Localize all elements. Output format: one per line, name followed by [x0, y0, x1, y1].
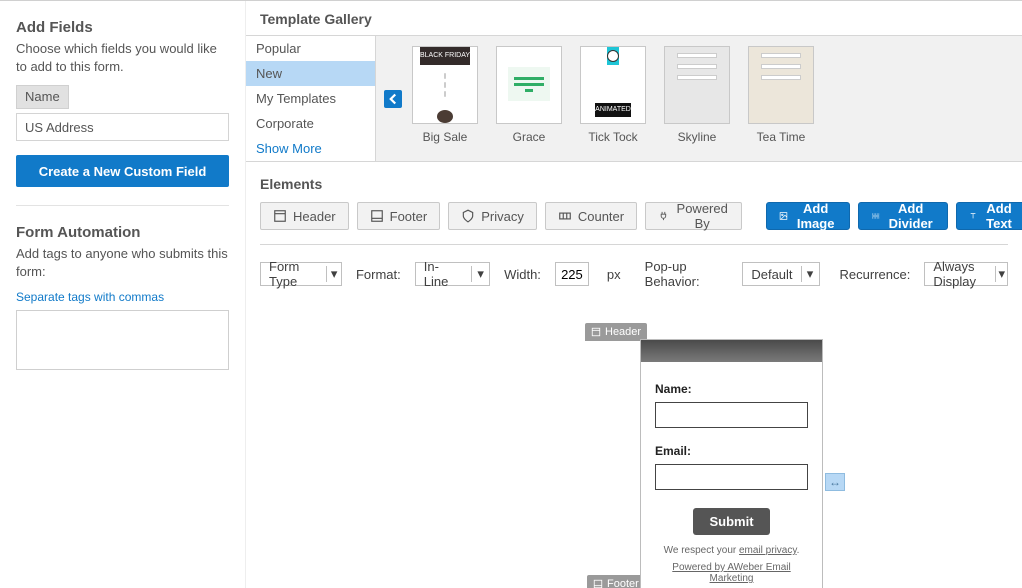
element-header-button[interactable]: Header	[260, 202, 349, 230]
preview-name-input[interactable]	[655, 402, 808, 428]
counter-icon	[558, 209, 572, 223]
chevron-down-icon: ▾	[995, 266, 1007, 282]
format-label: Format:	[356, 267, 401, 282]
popup-behavior-label: Pop-up Behavior:	[645, 259, 729, 289]
template-gallery: Popular New My Templates Corporate Show …	[246, 36, 1022, 162]
recurrence-label: Recurrence:	[840, 267, 911, 282]
px-label: px	[607, 267, 621, 282]
template-label: Grace	[496, 130, 562, 144]
shield-icon	[461, 209, 475, 223]
template-card-skyline[interactable]: Skyline	[664, 46, 730, 151]
chevron-down-icon: ▾	[326, 266, 341, 282]
main-panel: Template Gallery Popular New My Template…	[246, 1, 1022, 588]
template-gallery-title: Template Gallery	[246, 1, 1022, 36]
template-card-grace[interactable]: Grace	[496, 46, 562, 151]
gallery-nav-prev-wrap	[376, 36, 402, 161]
preview-privacy-text: We respect your email privacy.	[655, 545, 808, 556]
form-settings-row: Form Type ▾ Format: In-Line ▾ Width: px …	[260, 245, 1008, 289]
element-footer-button[interactable]: Footer	[357, 202, 441, 230]
element-counter-button[interactable]: Counter	[545, 202, 637, 230]
template-label: Skyline	[664, 130, 730, 144]
preview-name-label: Name:	[655, 382, 808, 396]
form-type-select[interactable]: Form Type ▾	[260, 262, 342, 286]
text-icon	[969, 209, 977, 223]
tags-input[interactable]	[16, 310, 229, 370]
template-thumb	[748, 46, 814, 124]
format-select[interactable]: In-Line ▾	[415, 262, 490, 286]
automation-note: Separate tags with commas	[16, 290, 229, 304]
elements-title: Elements	[260, 170, 1008, 202]
header-section-tag[interactable]: Header	[585, 323, 647, 341]
width-label: Width:	[504, 267, 541, 282]
automation-desc: Add tags to anyone who submits this form…	[16, 245, 229, 280]
plug-icon	[658, 209, 669, 223]
field-option-address[interactable]: US Address	[16, 113, 229, 141]
template-thumb: BLACK FRIDAY	[412, 46, 478, 124]
add-fields-title: Add Fields	[16, 19, 229, 36]
gallery-tab-new[interactable]: New	[246, 61, 375, 86]
add-divider-button[interactable]: Add Divider	[858, 202, 948, 230]
footer-section-tag[interactable]: Footer	[587, 575, 645, 588]
elements-toolbar: Header Footer Privacy Counter Powered By	[260, 202, 1008, 245]
width-input[interactable]	[555, 262, 589, 286]
header-icon	[591, 327, 601, 337]
preview-submit-button[interactable]: Submit	[693, 508, 769, 535]
gallery-show-more[interactable]: Show More	[246, 136, 375, 161]
email-privacy-link[interactable]: email privacy	[739, 545, 797, 556]
template-card-teatime[interactable]: Tea Time	[748, 46, 814, 151]
preview-email-label: Email:	[655, 444, 808, 458]
preview-email-input[interactable]	[655, 464, 808, 490]
add-text-button[interactable]: Add Text	[956, 202, 1022, 230]
preview-poweredby-text: Powered by AWeber Email Marketing	[655, 562, 808, 584]
footer-icon	[370, 209, 384, 223]
gallery-category-list: Popular New My Templates Corporate Show …	[246, 36, 376, 161]
element-poweredby-button[interactable]: Powered By	[645, 202, 742, 230]
form-preview[interactable]: Name: Email: Submit We respect your emai…	[640, 339, 823, 588]
left-sidebar: Add Fields Choose which fields you would…	[0, 1, 246, 588]
element-privacy-button[interactable]: Privacy	[448, 202, 537, 230]
template-label: Big Sale	[412, 130, 478, 144]
add-fields-desc: Choose which fields you would like to ad…	[16, 40, 229, 75]
poweredby-link[interactable]: Powered by AWeber Email Marketing	[672, 562, 790, 584]
template-card-ticktock[interactable]: ANIMATED Tick Tock	[580, 46, 646, 151]
chevron-down-icon: ▾	[471, 266, 489, 282]
template-card-bigsale[interactable]: BLACK FRIDAY Big Sale	[412, 46, 478, 151]
field-option-name[interactable]: Name	[16, 85, 69, 109]
gallery-cards: BLACK FRIDAY Big Sale Grace	[402, 36, 1022, 161]
template-thumb	[664, 46, 730, 124]
popup-behavior-select[interactable]: Default ▾	[742, 262, 819, 286]
divider-icon	[871, 209, 880, 223]
footer-icon	[593, 579, 603, 588]
add-image-button[interactable]: Add Image	[766, 202, 850, 230]
gallery-tab-corporate[interactable]: Corporate	[246, 111, 375, 136]
automation-title: Form Automation	[16, 224, 229, 241]
gallery-tab-popular[interactable]: Popular	[246, 36, 375, 61]
template-label: Tea Time	[748, 130, 814, 144]
resize-handle-horizontal[interactable]	[825, 473, 845, 491]
create-custom-field-button[interactable]: Create a New Custom Field	[16, 155, 229, 187]
gallery-prev-button[interactable]	[384, 90, 402, 108]
form-canvas: Header Footer Name: Email: Submit	[260, 325, 1008, 588]
template-label: Tick Tock	[580, 130, 646, 144]
image-icon	[779, 209, 788, 223]
chevron-down-icon: ▾	[801, 266, 819, 282]
recurrence-select[interactable]: Always Display ▾	[924, 262, 1008, 286]
form-preview-header[interactable]	[641, 340, 822, 362]
header-icon	[273, 209, 287, 223]
chevron-left-icon	[384, 90, 402, 108]
template-thumb: ANIMATED	[580, 46, 646, 124]
template-thumb	[496, 46, 562, 124]
gallery-tab-mytemplates[interactable]: My Templates	[246, 86, 375, 111]
